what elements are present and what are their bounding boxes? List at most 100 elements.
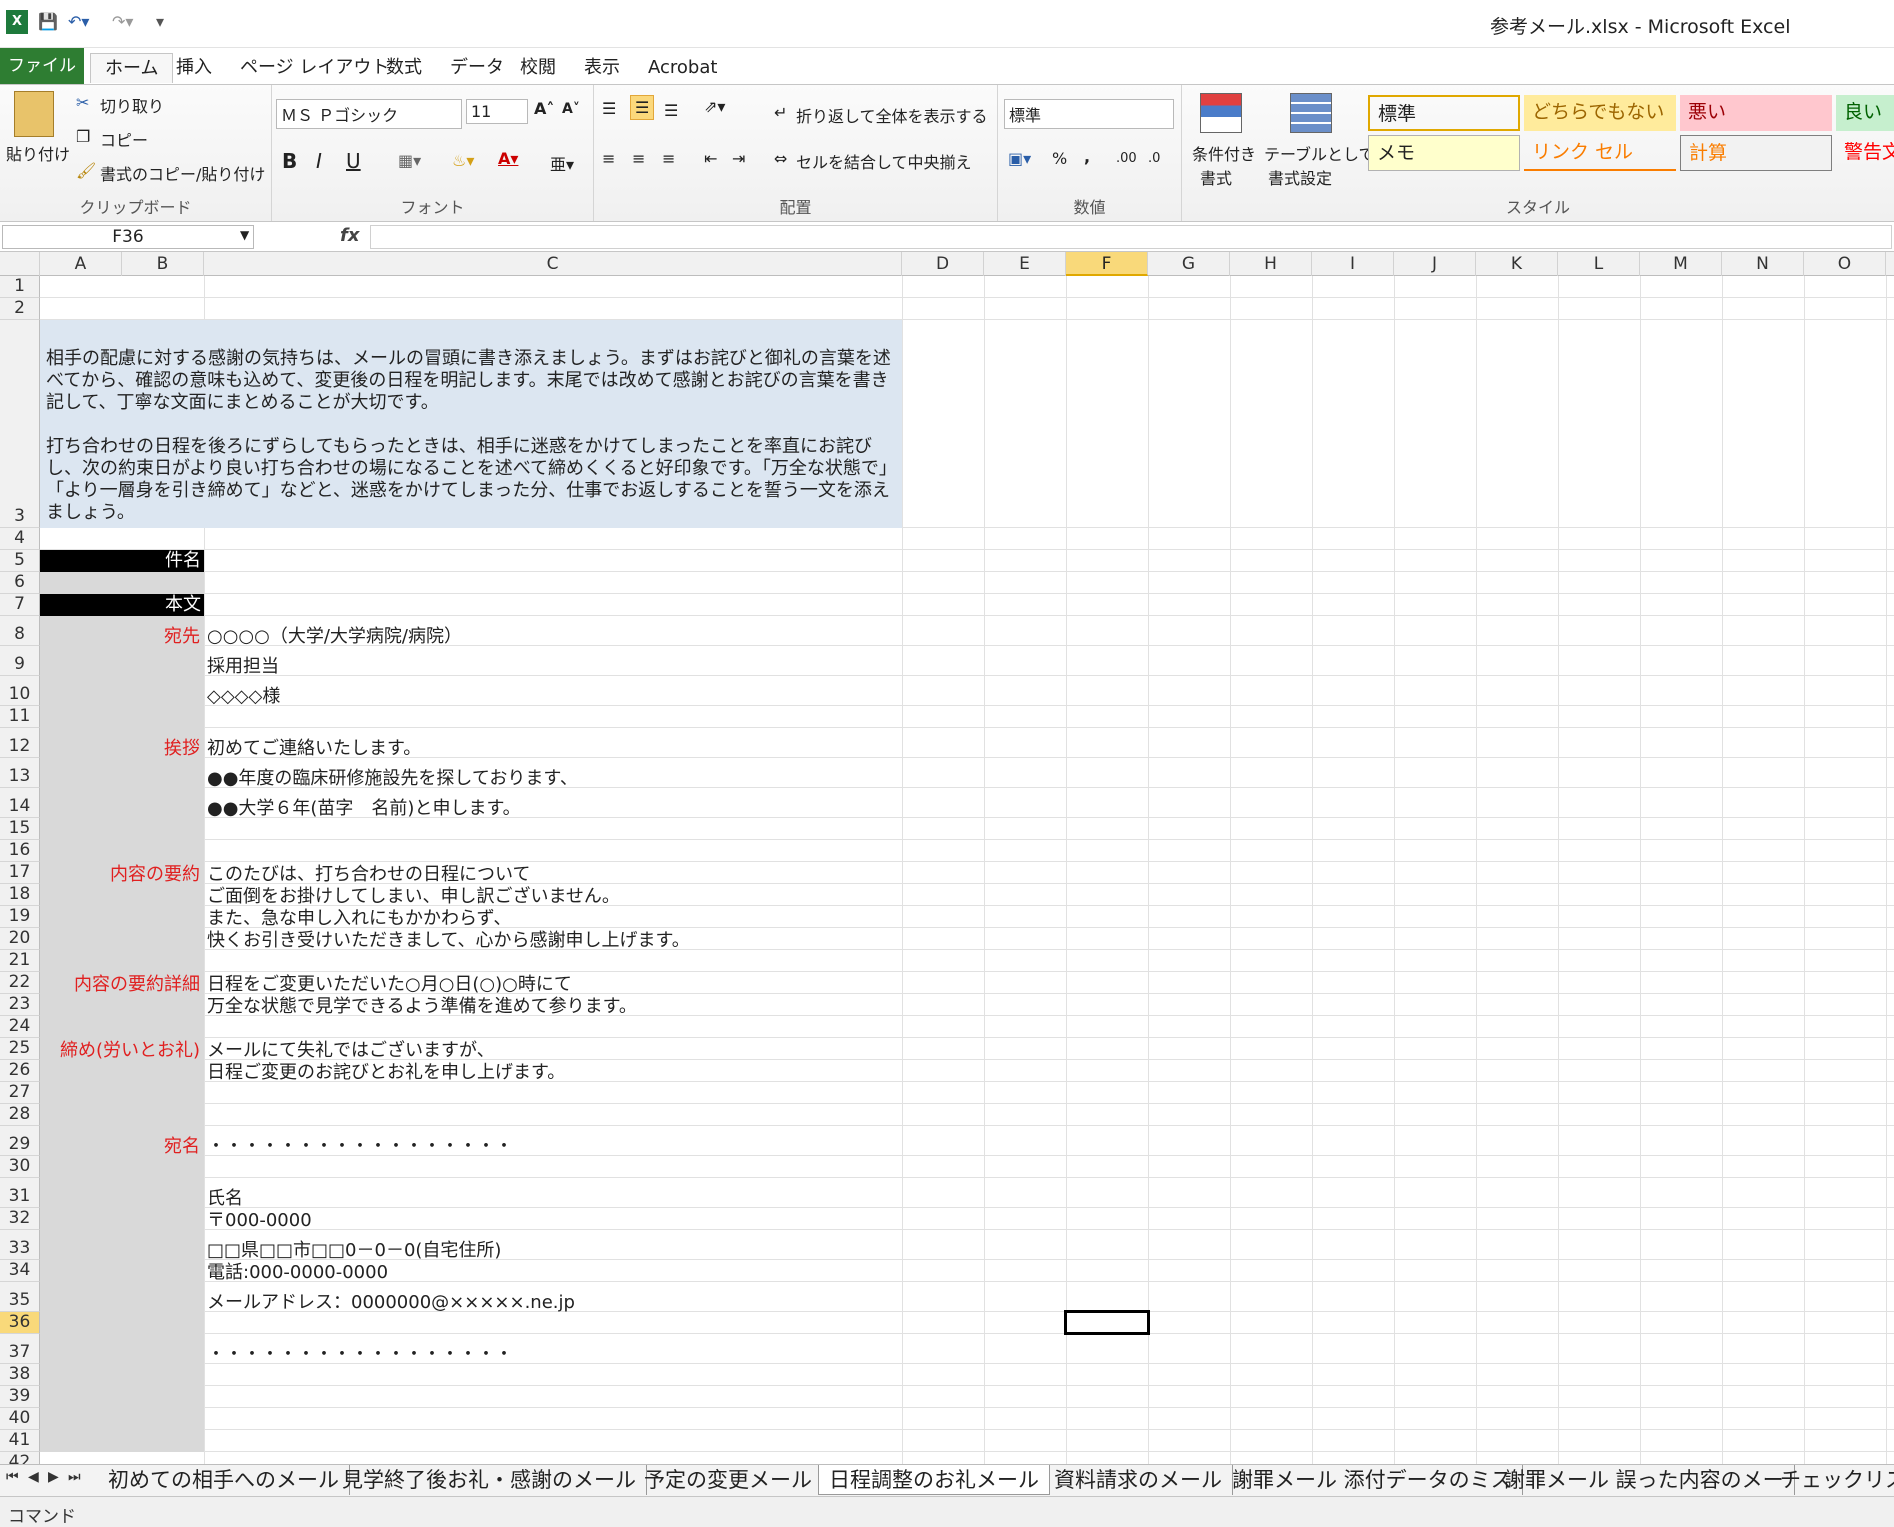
redo-icon[interactable]: ↷▾ xyxy=(112,12,133,34)
save-icon[interactable]: 💾 xyxy=(38,12,58,34)
cell-c35[interactable]: メールアドレス：0000000@×××××.ne.jp xyxy=(207,1288,575,1314)
row-header-32[interactable]: 32 xyxy=(0,1208,40,1230)
align-middle-icon[interactable]: ☰ xyxy=(630,95,655,120)
label-summary-detail[interactable]: 内容の要約詳細 xyxy=(40,970,202,996)
orientation-icon[interactable]: ⇗▾ xyxy=(704,97,725,116)
column-header-e[interactable]: E xyxy=(984,252,1066,276)
column-header-i[interactable]: I xyxy=(1312,252,1394,276)
italic-button[interactable]: I xyxy=(316,149,322,173)
column-header-n[interactable]: N xyxy=(1722,252,1804,276)
percent-button[interactable]: % xyxy=(1052,149,1067,168)
row-header-42[interactable]: 42 xyxy=(0,1452,40,1464)
cut-icon[interactable]: ✂ xyxy=(76,93,89,112)
label-closing[interactable]: 締め(労いとお礼) xyxy=(40,1036,202,1062)
row-header-24[interactable]: 24 xyxy=(0,1016,40,1038)
tab-insert[interactable]: 挿入 xyxy=(162,53,226,83)
currency-icon[interactable]: ▣▾ xyxy=(1008,149,1031,168)
row-header-13[interactable]: 13 xyxy=(0,758,40,788)
excel-app-icon[interactable]: X xyxy=(6,10,28,34)
row-header-30[interactable]: 30 xyxy=(0,1156,40,1178)
row-header-19[interactable]: 19 xyxy=(0,906,40,928)
column-header-d[interactable]: D xyxy=(902,252,984,276)
next-sheet-icon[interactable]: ▶ xyxy=(48,1469,59,1485)
cell-c12[interactable]: 初めてご連絡いたします。 xyxy=(207,734,421,760)
font-color-icon[interactable]: A▾ xyxy=(498,149,518,168)
last-sheet-icon[interactable]: ⏭ xyxy=(68,1469,81,1485)
cell-c10[interactable]: ◇◇◇◇様 xyxy=(207,682,280,708)
align-right-icon[interactable]: ≡ xyxy=(662,149,675,168)
column-header-h[interactable]: H xyxy=(1230,252,1312,276)
grow-font-icon[interactable]: A˄ xyxy=(534,99,554,118)
merge-center-button[interactable]: セルを結合して中央揃え xyxy=(796,149,972,173)
align-center-icon[interactable]: ≡ xyxy=(632,149,645,168)
tab-home[interactable]: ホーム xyxy=(90,53,174,83)
shrink-font-icon[interactable]: A˅ xyxy=(562,101,580,117)
row-header-4[interactable]: 4 xyxy=(0,528,40,550)
row-header-26[interactable]: 26 xyxy=(0,1060,40,1082)
row-header-25[interactable]: 25 xyxy=(0,1038,40,1060)
merge-center-icon[interactable]: ⇔ xyxy=(774,149,787,168)
name-box[interactable]: F36 xyxy=(2,225,254,249)
sheet-tab-7[interactable]: 謝罪メール 誤った内容のメー xyxy=(1494,1465,1795,1495)
column-header-m[interactable]: M xyxy=(1640,252,1722,276)
format-as-table-button-line2[interactable]: 書式設定 xyxy=(1268,165,1332,189)
row-header-39[interactable]: 39 xyxy=(0,1386,40,1408)
sheet-tab-1[interactable]: 初めての相手へのメール xyxy=(98,1465,350,1495)
row-header-35[interactable]: 35 xyxy=(0,1282,40,1312)
cell-c26[interactable]: 日程ご変更のお詫びとお礼を申し上げます。 xyxy=(207,1058,565,1084)
first-sheet-icon[interactable]: ⏮ xyxy=(6,1469,19,1485)
column-header-f[interactable]: F xyxy=(1066,252,1148,276)
cell-c14[interactable]: ●●大学６年(苗字 名前)と申します。 xyxy=(207,794,521,820)
cell-c20[interactable]: 快くお引き受けいただきまして、心から感謝申し上げます。 xyxy=(207,926,690,952)
cell-c9[interactable]: 採用担当 xyxy=(207,652,279,678)
sheet-tab-3[interactable]: 予定の変更メール xyxy=(634,1465,823,1495)
style-normal[interactable]: 標準 xyxy=(1368,95,1520,131)
label-summary[interactable]: 内容の要約 xyxy=(40,860,202,886)
comma-button[interactable]: , xyxy=(1084,147,1090,166)
increase-decimal-icon[interactable]: .00 xyxy=(1116,151,1137,166)
wrap-text-icon[interactable]: ↵ xyxy=(774,103,787,122)
label-subject[interactable]: 件名 xyxy=(40,550,204,572)
row-header-2[interactable]: 2 xyxy=(0,298,40,320)
row-header-14[interactable]: 14 xyxy=(0,788,40,818)
style-neutral[interactable]: どちらでもない xyxy=(1524,95,1676,131)
column-header-k[interactable]: K xyxy=(1476,252,1558,276)
cell-c29[interactable]: ・・・・・・・・・・・・・・・・・ xyxy=(207,1132,513,1158)
row-header-28[interactable]: 28 xyxy=(0,1104,40,1126)
select-all-corner[interactable] xyxy=(0,252,40,276)
column-header-b[interactable]: B xyxy=(122,252,204,276)
cell-c32[interactable]: 〒000-0000 xyxy=(207,1206,312,1232)
row-header-34[interactable]: 34 xyxy=(0,1260,40,1282)
column-header-g[interactable]: G xyxy=(1148,252,1230,276)
conditional-formatting-icon[interactable] xyxy=(1200,93,1242,133)
worksheet[interactable]: A B C D E F G H I J K L M N O 1234567891… xyxy=(0,252,1894,1464)
row-header-9[interactable]: 9 xyxy=(0,646,40,676)
row-header-18[interactable]: 18 xyxy=(0,884,40,906)
column-header-o[interactable]: O xyxy=(1804,252,1886,276)
borders-icon[interactable]: ▦▾ xyxy=(398,151,421,170)
style-linked-cell[interactable]: リンク セル xyxy=(1524,135,1676,171)
format-as-table-icon[interactable] xyxy=(1290,93,1332,133)
row-header-31[interactable]: 31 xyxy=(0,1178,40,1208)
fill-color-icon[interactable]: ♨▾ xyxy=(452,151,474,170)
row-header-11[interactable]: 11 xyxy=(0,706,40,728)
row-header-6[interactable]: 6 xyxy=(0,572,40,594)
label-body[interactable]: 本文 xyxy=(40,594,204,616)
row-header-17[interactable]: 17 xyxy=(0,862,40,884)
insert-function-icon[interactable]: fx xyxy=(340,225,359,246)
label-to[interactable]: 宛先 xyxy=(40,622,202,648)
phonetic-icon[interactable]: 亜▾ xyxy=(550,151,574,175)
conditional-formatting-button-line2[interactable]: 書式 xyxy=(1200,165,1232,189)
column-header-j[interactable]: J xyxy=(1394,252,1476,276)
column-header-l[interactable]: L xyxy=(1558,252,1640,276)
paste-icon[interactable] xyxy=(14,91,54,137)
cell-c37[interactable]: ・・・・・・・・・・・・・・・・・ xyxy=(207,1340,513,1366)
style-note[interactable]: メモ xyxy=(1368,135,1520,171)
row-header-20[interactable]: 20 xyxy=(0,928,40,950)
sheet-tab-2[interactable]: 見学終了後お礼・感謝のメール xyxy=(332,1465,647,1495)
decrease-decimal-icon[interactable]: .0 xyxy=(1148,151,1160,166)
format-painter-icon[interactable]: 🖌 xyxy=(76,161,96,180)
row-header-37[interactable]: 37 xyxy=(0,1334,40,1364)
label-signature[interactable]: 宛名 xyxy=(40,1132,202,1158)
label-greeting[interactable]: 挨拶 xyxy=(40,734,202,760)
